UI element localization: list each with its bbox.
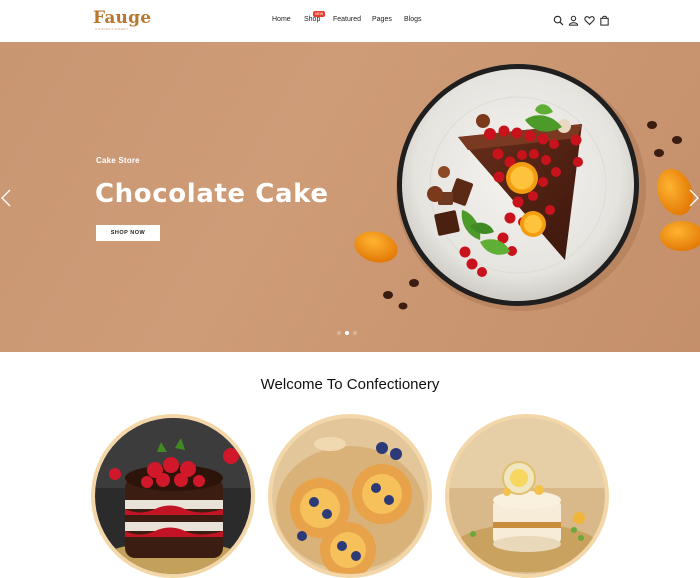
- cake-category-image[interactable]: [91, 414, 255, 578]
- slide-dot-3[interactable]: [353, 331, 357, 335]
- new-badge: NEW: [313, 11, 326, 17]
- nav-home[interactable]: Home: [272, 16, 291, 23]
- hero-title: Chocolate Cake: [95, 179, 329, 209]
- pastry-category-image[interactable]: [268, 414, 432, 578]
- nav-shop[interactable]: Shop: [304, 16, 320, 23]
- nav-featured[interactable]: Featured: [333, 16, 361, 23]
- hero-subtitle: Cake Store: [96, 156, 140, 165]
- main-nav: Home Shop Featured Pages Blogs: [0, 16, 700, 28]
- nav-blogs[interactable]: Blogs: [404, 16, 422, 23]
- shop-now-button[interactable]: SHOP NOW: [96, 225, 160, 241]
- user-icon[interactable]: [568, 15, 579, 26]
- slide-dot-2[interactable]: [345, 331, 349, 335]
- welcome-title: Welcome To Confectionery: [260, 376, 440, 393]
- hero-slider: Cake Store Chocolate Cake SHOP NOW: [0, 42, 700, 352]
- search-icon[interactable]: [553, 15, 564, 26]
- prev-slide-arrow-icon[interactable]: [0, 188, 12, 208]
- nav-pages[interactable]: Pages: [372, 16, 392, 23]
- site-header: Fauge CONFECTIONERY Home Shop Featured P…: [0, 0, 700, 42]
- chocolate-cake-image: [354, 64, 700, 311]
- bag-icon[interactable]: [599, 15, 610, 26]
- heart-icon[interactable]: [584, 15, 595, 26]
- dessert-category-image[interactable]: [445, 414, 609, 578]
- slide-dot-1[interactable]: [337, 331, 341, 335]
- next-slide-arrow-icon[interactable]: [688, 188, 700, 208]
